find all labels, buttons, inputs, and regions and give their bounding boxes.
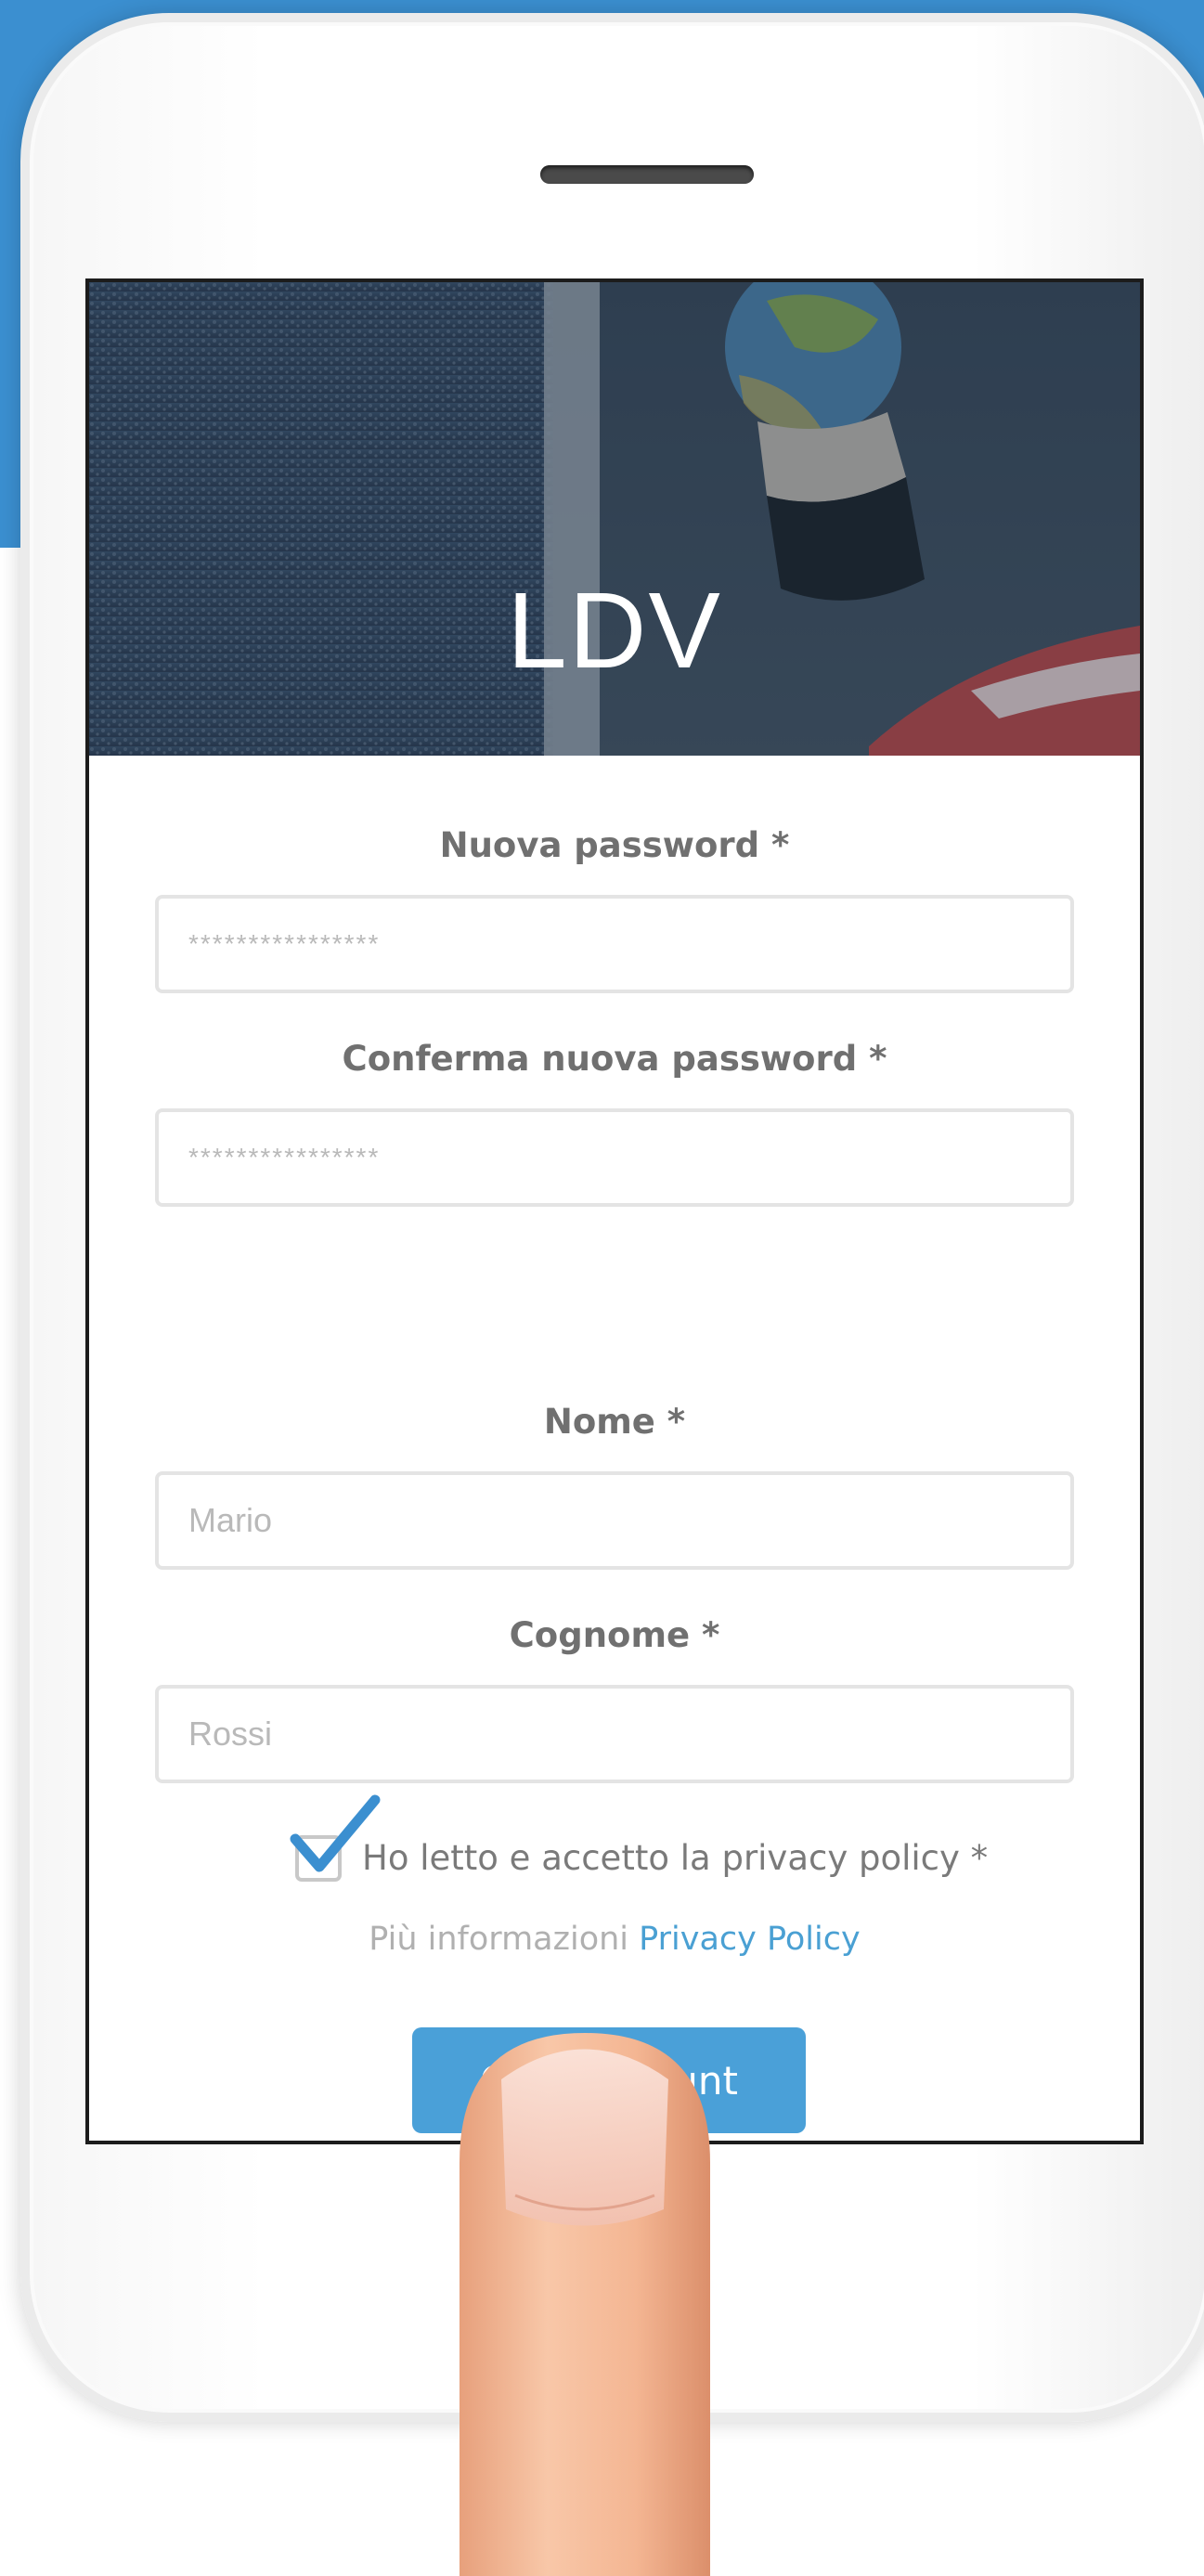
new-password-input[interactable] <box>155 895 1074 993</box>
phone-screen: LDV Nuova password * Conferma nuova pass… <box>85 278 1144 2144</box>
privacy-policy-link[interactable]: Privacy Policy <box>639 1921 861 1958</box>
privacy-consent-label: Ho letto e accetto la privacy policy * <box>362 1838 989 1878</box>
header-banner: LDV <box>89 282 1140 756</box>
first-name-input[interactable] <box>155 1471 1074 1570</box>
marketing-image: LDV Nuova password * Conferma nuova pass… <box>0 0 1204 2576</box>
confirm-password-label: Conferma nuova password * <box>342 1039 887 1079</box>
first-name-label: Nome * <box>543 1402 686 1442</box>
phone-speaker <box>540 165 754 184</box>
more-info-text: Più informazioni <box>369 1921 629 1958</box>
last-name-input[interactable] <box>155 1685 1074 1783</box>
confirm-password-input[interactable] <box>155 1108 1074 1207</box>
privacy-consent-row: Ho letto e accetto la privacy policy * <box>89 1794 1140 1893</box>
create-account-button[interactable]: Crea account <box>412 2027 806 2133</box>
new-password-label: Nuova password * <box>439 825 790 865</box>
privacy-more-info: Più informazioni Privacy Policy <box>89 1916 1140 1962</box>
last-name-label: Cognome * <box>509 1615 720 1655</box>
app-title: LDV <box>507 570 722 691</box>
